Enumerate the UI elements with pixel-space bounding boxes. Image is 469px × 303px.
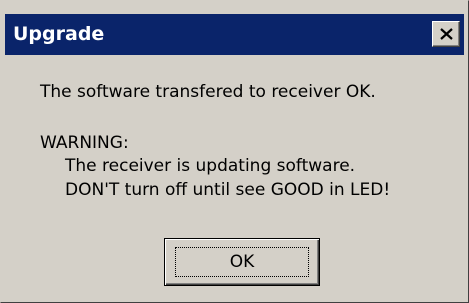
close-icon xyxy=(440,28,453,40)
warning-line-2: DON'T turn off until see GOOD in LED! xyxy=(65,180,391,200)
status-message: The software transfered to receiver OK. xyxy=(40,82,376,102)
close-button[interactable] xyxy=(432,21,460,47)
window-title: Upgrade xyxy=(13,23,105,45)
ok-button-label: OK xyxy=(229,252,255,272)
upgrade-dialog: Upgrade The software transfered to recei… xyxy=(0,0,469,303)
warning-line-1: The receiver is updating software. xyxy=(65,156,356,176)
warning-heading: WARNING: xyxy=(40,133,129,153)
title-bar[interactable]: Upgrade xyxy=(5,14,464,55)
ok-button[interactable]: OK xyxy=(164,238,320,286)
